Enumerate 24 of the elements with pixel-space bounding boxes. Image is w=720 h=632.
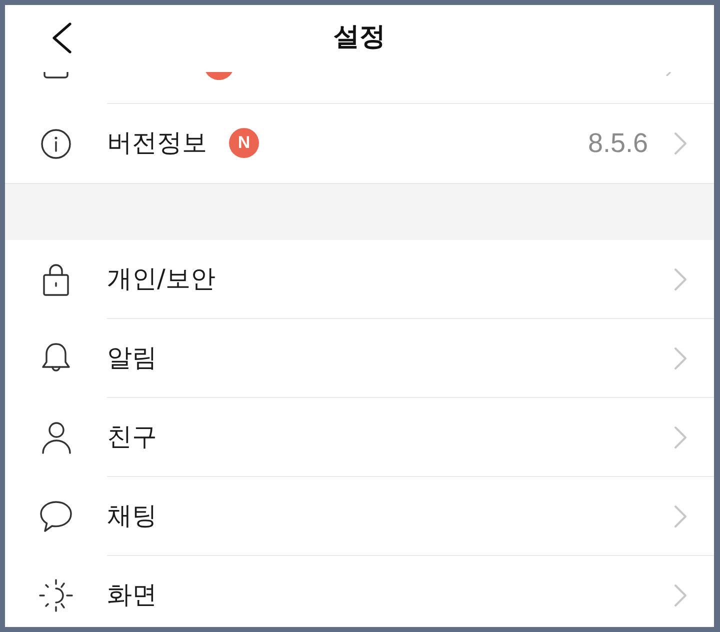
page-title: 설정: [334, 22, 386, 54]
settings-item[interactable]: 알림: [107, 342, 157, 374]
settings-item[interactable]: 화면: [107, 578, 157, 612]
version-value: 8.5.6: [588, 128, 648, 158]
settings-item[interactable]: 개인/보안: [107, 262, 216, 296]
cut-off-chevron-icon: [666, 72, 671, 76]
chevron-icon: [674, 268, 687, 290]
info-icon: [41, 128, 71, 158]
person-icon: [42, 422, 70, 454]
speech-bubble-icon: [40, 501, 72, 532]
lock-icon: [43, 263, 69, 296]
cut-off-icon: [43, 72, 69, 79]
brightness-icon: [39, 579, 73, 612]
settings-item[interactable]: 버전정보: [107, 126, 207, 160]
chevron-icon: [674, 584, 687, 606]
back-icon[interactable]: [51, 22, 73, 54]
settings-item[interactable]: 친구: [107, 420, 157, 454]
settings-item[interactable]: 채팅: [107, 500, 157, 532]
chevron-icon: [674, 426, 687, 448]
chevron-icon: [674, 132, 687, 154]
bell-icon: [42, 343, 70, 374]
chevron-icon: [674, 504, 687, 528]
new-badge: N: [229, 128, 259, 158]
chevron-icon: [674, 346, 687, 370]
